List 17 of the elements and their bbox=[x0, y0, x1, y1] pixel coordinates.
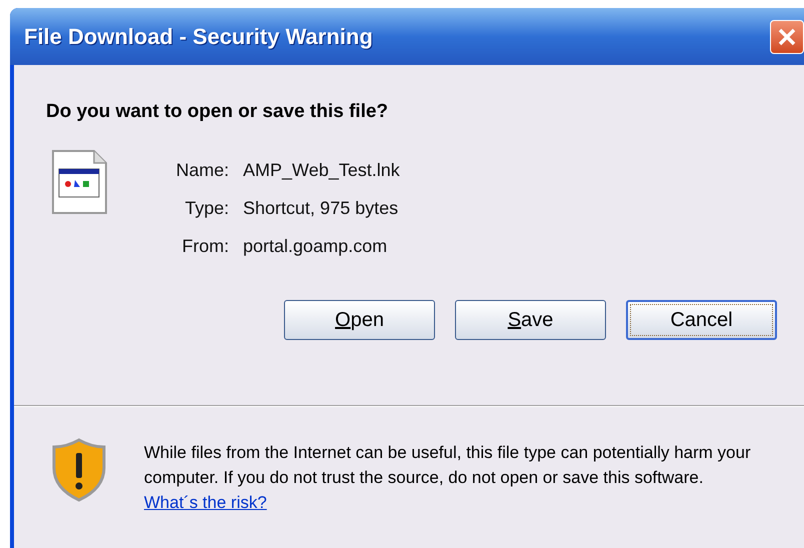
detail-value: AMP_Web_Test.lnk bbox=[243, 158, 400, 182]
dialog-button[interactable]: Cancel bbox=[626, 300, 777, 340]
detail-label: Name: bbox=[176, 158, 230, 182]
dialog-button[interactable]: Open bbox=[284, 300, 435, 340]
warning-text: While files from the Internet can be useful, this file type can potentially harm your computer. If you do not trust the source, do not open or save this software. What´s the risk? bbox=[144, 442, 752, 514]
detail-label: From: bbox=[181, 234, 230, 258]
question-heading: Do you want to open or save this file? bbox=[46, 100, 390, 124]
detail-value: portal.goamp.com bbox=[243, 234, 388, 258]
dialog-button[interactable]: Save bbox=[455, 300, 606, 340]
close-icon bbox=[777, 26, 797, 46]
detail-label: Type: bbox=[184, 196, 230, 220]
risk-link[interactable]: What´s the risk? bbox=[144, 493, 267, 512]
file-icon bbox=[50, 148, 108, 214]
window-title: File Download - Security Warning bbox=[24, 23, 373, 51]
warning-shield-icon bbox=[50, 438, 108, 502]
close-button[interactable] bbox=[770, 20, 804, 54]
detail-value: Shortcut, 975 bytes bbox=[243, 196, 400, 220]
